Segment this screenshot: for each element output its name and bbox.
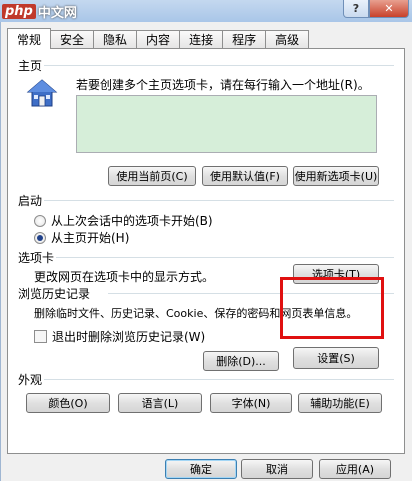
help-button[interactable]: ?: [343, 0, 369, 18]
help-icon: ?: [352, 2, 360, 15]
radio-button-off: [34, 214, 46, 227]
colors-button[interactable]: 颜色(O): [26, 393, 110, 413]
divider: [44, 200, 394, 201]
divider: [44, 65, 394, 66]
tab-strip: 常规 安全 隐私 内容 连接 程序 高级: [7, 28, 310, 49]
delete-on-exit-checkbox[interactable]: 退出时删除浏览历史记录(W): [34, 328, 205, 345]
ok-button[interactable]: 确定: [165, 459, 237, 479]
tabs-section-title: 选项卡: [18, 251, 55, 265]
startup-last-session-label: 从上次会话中的选项卡开始(B): [51, 214, 213, 228]
tab-connections[interactable]: 连接: [179, 30, 224, 48]
delete-on-exit-label: 退出时删除浏览历史记录(W): [52, 330, 206, 344]
use-default-button[interactable]: 使用默认值(F): [202, 166, 288, 186]
watermark-logo: php 中文网: [2, 1, 77, 21]
startup-last-session-radio[interactable]: 从上次会话中的选项卡开始(B): [34, 212, 213, 229]
tab-general[interactable]: 常规: [7, 28, 52, 49]
general-panel: 主页 若要创建多个主页选项卡，请在每行输入一个地址(R)。 使用当前页(C) 使…: [7, 48, 405, 454]
tab-security[interactable]: 安全: [50, 30, 95, 48]
cancel-button[interactable]: 取消: [241, 459, 313, 479]
tabs-description: 更改网页在选项卡中的显示方式。: [34, 270, 215, 284]
tab-programs[interactable]: 程序: [222, 30, 267, 48]
tab-content[interactable]: 内容: [136, 30, 181, 48]
startup-section-title: 启动: [18, 194, 43, 208]
watermark-php: php: [2, 3, 36, 19]
home-description: 若要创建多个主页选项卡，请在每行输入一个地址(R)。: [76, 78, 370, 92]
delete-history-button[interactable]: 删除(D)...: [203, 351, 279, 371]
house-icon: [26, 79, 58, 107]
close-button[interactable]: ✕: [369, 0, 409, 18]
title-bar: php 中文网 ? ✕: [0, 0, 412, 22]
use-current-button[interactable]: 使用当前页(C): [108, 166, 196, 186]
divider: [56, 257, 394, 258]
tab-privacy[interactable]: 隐私: [93, 30, 138, 48]
history-section-title: 浏览历史记录: [18, 287, 91, 301]
accessibility-button[interactable]: 辅助功能(E): [298, 393, 382, 413]
close-icon: ✕: [384, 2, 394, 15]
apply-button[interactable]: 应用(A): [319, 459, 391, 479]
internet-options-dialog: 常规 安全 隐私 内容 连接 程序 高级 主页 若要创建多个主页选项卡，请在每行…: [0, 22, 412, 481]
checkbox-unchecked: [34, 330, 47, 343]
divider: [44, 379, 394, 380]
watermark-cn: 中文网: [37, 5, 77, 21]
home-section-title: 主页: [18, 59, 43, 73]
use-new-tab-button[interactable]: 使用新选项卡(U): [293, 166, 379, 186]
appearance-section-title: 外观: [18, 373, 43, 387]
startup-home-radio[interactable]: 从主页开始(H): [34, 229, 129, 246]
tab-advanced[interactable]: 高级: [265, 30, 310, 48]
fonts-button[interactable]: 字体(N): [210, 393, 292, 413]
radio-button-on: [34, 231, 46, 244]
languages-button[interactable]: 语言(L): [118, 393, 202, 413]
highlight-annotation: [280, 277, 384, 339]
startup-home-label: 从主页开始(H): [51, 231, 130, 245]
home-page-textarea[interactable]: [76, 95, 377, 153]
history-settings-button[interactable]: 设置(S): [293, 347, 379, 369]
